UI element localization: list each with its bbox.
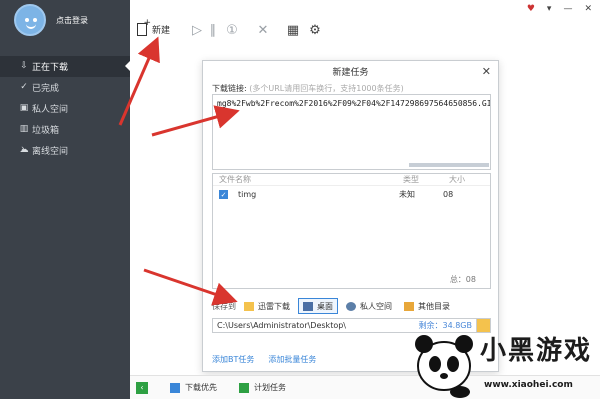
menu-icon[interactable]: ▾ (547, 4, 552, 14)
qr-icon[interactable]: ▦ (286, 24, 300, 38)
dest-label: 桌面 (317, 301, 333, 311)
dest-desktop[interactable]: 桌面 (298, 298, 338, 314)
schedule-icon (239, 382, 249, 393)
download-icon: ⇩ (20, 61, 28, 71)
dest-private-space[interactable]: 私人空间 (342, 298, 396, 314)
lock-icon: ▣ (19, 103, 29, 113)
watermark-text: 小黑游戏 (480, 336, 593, 366)
table-row[interactable]: ✓ timg 未知 08 (213, 186, 490, 202)
add-batch-task-link[interactable]: 添加批量任务 (268, 354, 316, 365)
checkbox[interactable]: ✓ (219, 189, 228, 199)
new-task-label: 新建 (152, 26, 171, 36)
save-location-row: 保存到 迅雷下载 桌面 私人空间 其他目录 (212, 298, 491, 314)
cloud-icon: ☁ (19, 145, 29, 155)
file-name: timg (238, 189, 257, 199)
col-size-header: 大小 (449, 175, 465, 184)
bottom-item-label: 下载优先 (185, 383, 217, 392)
col-name-header: 文件名称 (219, 175, 251, 184)
skin-icon[interactable]: ♥ (527, 4, 535, 14)
dialog-links: 添加BT任务 添加批量任务 (212, 354, 316, 365)
toolbar: 新建 ▷ ∥ ① ✕ ▦ ⚙ ♥ ▾ — ✕ (130, 0, 600, 50)
sidebar-nav: ⇩ 正在下载 ✓ 已完成 ▣ 私人空间 ▥ 垃圾箱 › ☁ 离线空间 (0, 56, 130, 161)
sidebar-item-label: 私人空间 (32, 105, 69, 115)
link-hint: (多个URL请用回车换行，支持1000条任务) (249, 84, 404, 93)
total-size: 总：08 (449, 275, 476, 284)
cloud-icon (346, 301, 356, 311)
login-area[interactable]: 点击登录 (14, 4, 88, 36)
back-icon[interactable]: ‹ (136, 381, 148, 394)
table-header: 文件名称 类型 大小 (213, 174, 490, 186)
sidebar-item-completed[interactable]: ✓ 已完成 (0, 77, 130, 98)
folder-icon (404, 301, 414, 311)
number-one-icon[interactable]: ① (225, 24, 239, 38)
new-file-icon (137, 18, 151, 36)
file-table: 文件名称 类型 大小 ✓ timg 未知 08 总：08 (212, 173, 491, 289)
col-type-header: 类型 (403, 175, 419, 184)
priority-icon (170, 382, 180, 393)
login-label[interactable]: 点击登录 (56, 15, 88, 26)
sidebar-item-downloading[interactable]: ⇩ 正在下载 (0, 56, 130, 77)
trash-icon: ▥ (19, 124, 29, 134)
url-text: mg8%2Fwb%2Frecom%2F2016%2F09%2F04%2F1472… (217, 99, 491, 108)
sidebar-item-trash[interactable]: ▥ 垃圾箱 (0, 119, 130, 140)
new-task-button[interactable]: 新建 (137, 18, 171, 36)
dialog-title: 新建任务 (332, 68, 369, 78)
minimize-icon[interactable]: — (563, 4, 572, 14)
panda-icon (415, 335, 473, 398)
dest-label: 私人空间 (360, 301, 392, 311)
file-size: 08 (443, 189, 454, 199)
horizontal-scrollbar[interactable] (409, 163, 489, 167)
dest-label: 其他目录 (418, 301, 450, 311)
dest-other[interactable]: 其他目录 (400, 298, 454, 314)
sidebar-item-label: 垃圾箱 (32, 126, 60, 136)
sidebar-item-label: 已完成 (32, 84, 60, 94)
pause-icon[interactable]: ∥ (206, 24, 220, 38)
sidebar-item-label: 正在下载 (32, 63, 69, 73)
desktop-icon (303, 301, 313, 311)
link-label-text: 下载链接: (212, 84, 247, 93)
watermark-logo: 小黑游戏 www.xiaohei.com (408, 322, 598, 399)
watermark-url: www.xiaohei.com (484, 380, 573, 390)
save-path: C:\Users\Administrator\Desktop\ (217, 321, 346, 330)
sidebar-item-private-space[interactable]: ▣ 私人空间 (0, 98, 130, 119)
add-bt-task-link[interactable]: 添加BT任务 (212, 354, 254, 365)
play-icon[interactable]: ▷ (190, 24, 204, 38)
delete-icon[interactable]: ✕ (256, 24, 270, 38)
scheduled-task-button[interactable]: 计划任务 (239, 382, 286, 393)
folder-icon (244, 301, 254, 311)
settings-icon[interactable]: ⚙ (308, 24, 322, 38)
check-circle-icon: ✓ (20, 82, 28, 92)
sidebar-item-offline-space[interactable]: › ☁ 离线空间 (0, 140, 130, 161)
save-label: 保存到 (212, 301, 236, 311)
url-textarea[interactable]: mg8%2Fwb%2Frecom%2F2016%2F09%2F04%2F1472… (212, 94, 491, 170)
dest-xunlei[interactable]: 迅雷下载 (240, 298, 294, 314)
close-icon[interactable]: ✕ (482, 66, 491, 78)
link-label: 下载链接: (多个URL请用回车换行，支持1000条任务) (212, 83, 404, 94)
download-priority-button[interactable]: 下载优先 (170, 382, 217, 393)
sidebar: 点击登录 ⇩ 正在下载 ✓ 已完成 ▣ 私人空间 ▥ 垃圾箱 › ☁ 离线空间 (0, 0, 130, 399)
avatar[interactable] (14, 4, 46, 36)
dest-label: 迅雷下载 (258, 301, 290, 311)
bottom-item-label: 计划任务 (254, 383, 286, 392)
sidebar-item-label: 离线空间 (32, 147, 69, 157)
window-controls: ♥ ▾ — ✕ (527, 4, 592, 14)
file-type: 未知 (399, 189, 415, 199)
close-icon[interactable]: ✕ (584, 4, 592, 14)
